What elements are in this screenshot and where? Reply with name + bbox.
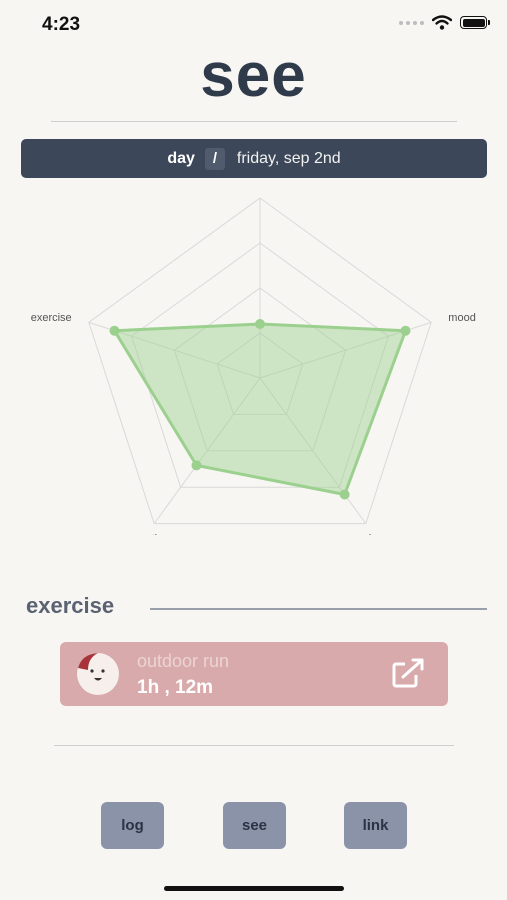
cellular-signal-icon: [399, 20, 424, 25]
radar-point: [191, 460, 202, 471]
radar-point: [109, 325, 120, 336]
radar-chart: severitymoodsleepscreen-timeexercise: [31, 197, 476, 535]
radar-point: [400, 325, 411, 336]
face-avatar-icon: [77, 653, 119, 695]
title-divider: [51, 121, 457, 122]
radar-axis-label: exercise: [31, 312, 72, 324]
radar-point: [255, 319, 265, 329]
activity-card[interactable]: outdoor run 1h , 12m: [60, 642, 448, 706]
wifi-icon: [432, 15, 452, 30]
battery-icon: [460, 16, 490, 29]
radar-point: [339, 489, 350, 500]
link-button[interactable]: link: [344, 802, 407, 849]
status-time: 4:23: [42, 14, 81, 35]
section-title: exercise: [26, 593, 115, 618]
radar-axis-label: sleep: [363, 533, 389, 535]
radar-axis-label: mood: [448, 312, 476, 324]
radar-axis-label: screen-time: [115, 533, 172, 535]
see-button[interactable]: see: [223, 802, 286, 849]
status-icons: [399, 15, 490, 30]
bottom-divider: [54, 745, 454, 746]
home-indicator[interactable]: [164, 886, 344, 891]
section-divider: [150, 608, 487, 610]
activity-duration: 1h , 12m: [137, 677, 214, 698]
date-mode-toggle[interactable]: day: [167, 150, 195, 168]
date-separator: /: [204, 147, 225, 170]
log-button[interactable]: log: [101, 802, 164, 849]
activity-name: outdoor run: [137, 651, 230, 671]
date-bar[interactable]: day / friday, sep 2nd: [21, 139, 487, 178]
app-title: see: [200, 41, 307, 110]
open-external-icon[interactable]: [391, 657, 427, 689]
date-label: friday, sep 2nd: [236, 149, 341, 167]
radar-series-area: [112, 322, 408, 496]
